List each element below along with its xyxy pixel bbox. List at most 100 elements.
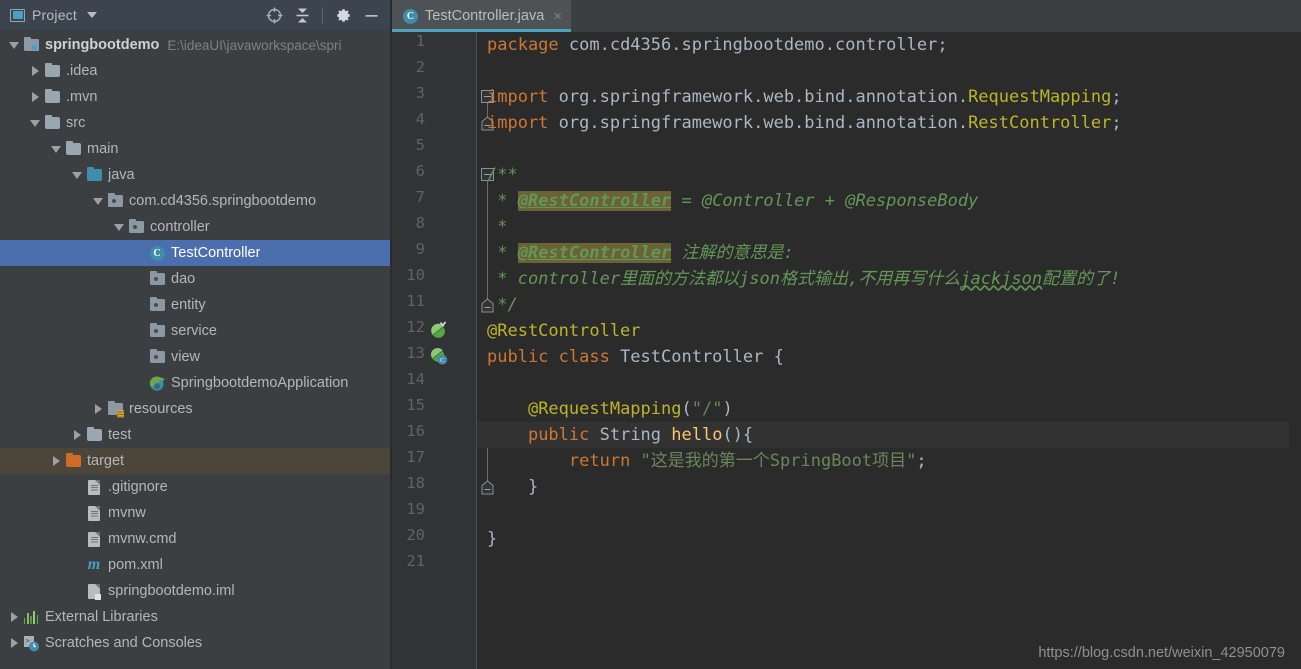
tree-item-gitignore[interactable]: .gitignore xyxy=(0,474,390,500)
code-line-4[interactable]: import org.springframework.web.bind.anno… xyxy=(477,110,1301,136)
tree-item-icon-wrap xyxy=(85,166,103,181)
chevron-down-icon[interactable] xyxy=(27,119,43,127)
line-number: 11 xyxy=(406,292,425,310)
code-line-12[interactable]: @RestController xyxy=(477,318,1301,344)
tree-item-label: TestController xyxy=(171,245,261,261)
code-line-14[interactable] xyxy=(477,370,1301,396)
editor-gutter[interactable]: 1 2 3 4 5 6 7 8 9 10 11 12 13 14 15 16 17 18 19 20 21 C xyxy=(392,32,477,669)
chevron-right-icon[interactable] xyxy=(27,92,43,102)
code-token: 注解的意思是: xyxy=(671,243,794,263)
tree-item-main[interactable]: main xyxy=(0,136,390,162)
code-line-13[interactable]: public class TestController { xyxy=(477,344,1301,370)
code-line-15[interactable]: @RequestMapping("/") xyxy=(477,396,1301,422)
close-icon[interactable]: × xyxy=(551,9,562,24)
code-content[interactable]: package com.cd4356.springbootdemo.contro… xyxy=(477,32,1301,669)
code-token: hello xyxy=(671,425,723,445)
tree-item-springbootdemo-iml[interactable]: springbootdemo.iml xyxy=(0,578,390,604)
tree-item-label: resources xyxy=(129,401,193,417)
tree-item-idea[interactable]: .idea xyxy=(0,58,390,84)
tree-item-springbootdemo[interactable]: springbootdemo E:\ideaUI\javaworkspace\sp… xyxy=(0,32,390,58)
line-number: 5 xyxy=(415,136,425,154)
tree-item-mvnw-cmd[interactable]: mvnw.cmd xyxy=(0,526,390,552)
tree-item-dao[interactable]: dao xyxy=(0,266,390,292)
java-class-icon: C xyxy=(403,8,418,24)
code-line-5[interactable] xyxy=(477,136,1301,162)
code-line-21[interactable] xyxy=(477,552,1301,578)
tree-item-controller[interactable]: controller xyxy=(0,214,390,240)
code-token: /** xyxy=(487,165,518,185)
chevron-down-icon[interactable] xyxy=(90,197,106,205)
chevron-right-icon[interactable] xyxy=(48,456,64,466)
code-editor[interactable]: 1 2 3 4 5 6 7 8 9 10 11 12 13 14 15 16 17 18 19 20 21 C packa… xyxy=(392,32,1301,669)
tree-item-icon-wrap xyxy=(106,192,124,207)
code-line-3[interactable]: import org.springframework.web.bind.anno… xyxy=(477,84,1301,110)
project-tree[interactable]: springbootdemo E:\ideaUI\javaworkspace\sp… xyxy=(0,30,390,669)
minimize-icon[interactable] xyxy=(358,2,384,28)
code-line-17[interactable]: return "这是我的第一个SpringBoot项目"; xyxy=(477,448,1301,474)
tree-item-mvnw[interactable]: mvnw xyxy=(0,500,390,526)
editor-tab-testcontroller[interactable]: C TestController.java × xyxy=(392,0,572,32)
tree-item-icon-wrap xyxy=(64,452,82,467)
chevron-right-icon[interactable] xyxy=(6,612,22,622)
editor-tab-label: TestController.java xyxy=(425,8,545,24)
chevron-down-icon[interactable] xyxy=(69,171,85,179)
code-line-18[interactable]: } xyxy=(477,474,1301,500)
tree-item-external-libraries[interactable]: External Libraries xyxy=(0,604,390,630)
chevron-right-icon[interactable] xyxy=(27,66,43,76)
code-line-8[interactable]: * xyxy=(477,214,1301,240)
code-line-16[interactable]: public String hello(){ xyxy=(477,422,1301,448)
tree-item-test[interactable]: test xyxy=(0,422,390,448)
tree-item-src[interactable]: src xyxy=(0,110,390,136)
tree-item-testcontroller[interactable]: C TestController xyxy=(0,240,390,266)
code-line-10[interactable]: * controller里面的方法都以json格式输出,不用再写什么jackjs… xyxy=(477,266,1301,292)
code-line-19[interactable] xyxy=(477,500,1301,526)
spring-bean-class-icon[interactable]: C xyxy=(430,347,450,367)
tree-item-icon-wrap xyxy=(85,531,103,547)
tree-item-springbootdemoapplication[interactable]: SpringbootdemoApplication xyxy=(0,370,390,396)
tree-item-service[interactable]: service xyxy=(0,318,390,344)
tree-item-label: .mvn xyxy=(66,89,98,105)
chevron-right-icon[interactable] xyxy=(69,430,85,440)
tree-item-resources[interactable]: resources xyxy=(0,396,390,422)
tree-item-view[interactable]: view xyxy=(0,344,390,370)
tree-item-icon-wrap: m xyxy=(85,557,103,573)
package-icon xyxy=(149,296,165,311)
tree-item-label: java xyxy=(108,167,135,183)
spring-boot-class-icon xyxy=(149,375,165,391)
tree-item-icon-wrap xyxy=(22,610,40,624)
code-token: TestController { xyxy=(620,347,784,367)
tree-item-icon-wrap xyxy=(85,479,103,495)
svg-text:C: C xyxy=(440,357,444,364)
editor-scrollbar[interactable] xyxy=(1289,64,1301,669)
code-line-20[interactable]: } xyxy=(477,526,1301,552)
code-line-1[interactable]: package com.cd4356.springbootdemo.contro… xyxy=(477,32,1301,58)
chevron-down-icon[interactable] xyxy=(86,12,97,18)
code-line-11[interactable]: */ xyxy=(477,292,1301,318)
chevron-down-icon[interactable] xyxy=(48,145,64,153)
tree-item-target[interactable]: target xyxy=(0,448,390,474)
code-line-2[interactable] xyxy=(477,58,1301,84)
locate-target-icon[interactable] xyxy=(261,2,287,28)
chevron-right-icon[interactable] xyxy=(90,404,106,414)
line-number: 18 xyxy=(406,474,425,492)
package-icon xyxy=(107,192,123,207)
tree-item-entity[interactable]: entity xyxy=(0,292,390,318)
code-line-9[interactable]: * @RestController 注解的意思是: xyxy=(477,240,1301,266)
chevron-down-icon[interactable] xyxy=(111,223,127,231)
gear-icon[interactable] xyxy=(330,2,356,28)
collapse-all-icon[interactable] xyxy=(289,2,315,28)
chevron-down-icon[interactable] xyxy=(6,41,22,49)
tree-item-scratches-and-consoles[interactable]: >_ Scratches and Consoles xyxy=(0,630,390,656)
tree-item-label: service xyxy=(171,323,217,339)
tree-item-com-cd4356-springbootdemo[interactable]: com.cd4356.springbootdemo xyxy=(0,188,390,214)
tree-item-pom-xml[interactable]: m pom.xml xyxy=(0,552,390,578)
ide-window: Project springbootdemo E:\ideaUI\javawor… xyxy=(0,0,1301,669)
tree-item-java[interactable]: java xyxy=(0,162,390,188)
tree-item-mvn[interactable]: .mvn xyxy=(0,84,390,110)
code-line-7[interactable]: * @RestController = @Controller + @Respo… xyxy=(477,188,1301,214)
chevron-right-icon[interactable] xyxy=(6,638,22,648)
spring-bean-icon[interactable] xyxy=(430,321,450,341)
code-line-6[interactable]: /** xyxy=(477,162,1301,188)
